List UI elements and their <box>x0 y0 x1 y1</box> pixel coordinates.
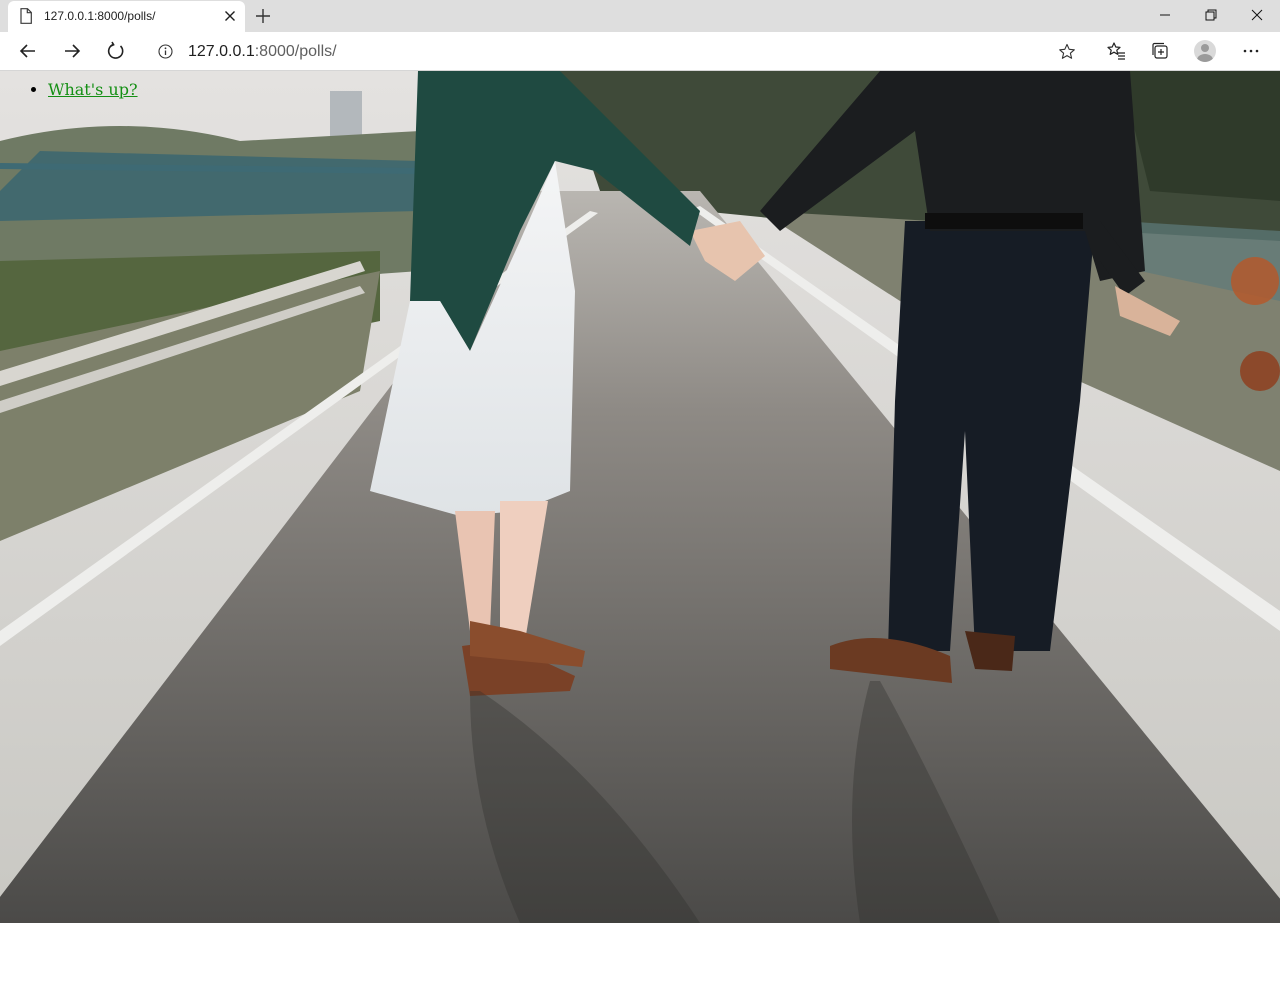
back-button[interactable] <box>13 36 43 66</box>
browser-toolbar: 127.0.0.1:8000/polls/ <box>0 32 1280 71</box>
address-bar[interactable]: 127.0.0.1:8000/polls/ <box>144 35 1088 67</box>
star-icon[interactable] <box>1058 43 1076 61</box>
list-item: What's up? <box>48 80 138 99</box>
close-icon[interactable] <box>222 8 238 24</box>
collections-icon <box>1152 42 1168 59</box>
profile-button[interactable] <box>1190 36 1220 66</box>
favorites-button[interactable] <box>1101 36 1131 66</box>
more-icon <box>1243 49 1259 53</box>
plus-icon[interactable] <box>252 5 274 27</box>
more-button[interactable] <box>1236 36 1266 66</box>
close-icon <box>1251 9 1263 21</box>
reload-button[interactable] <box>101 36 131 66</box>
background-photo <box>0 71 1280 923</box>
favorites-icon <box>1107 42 1125 60</box>
avatar <box>1194 40 1216 62</box>
tab-strip: 127.0.0.1:8000/polls/ <box>0 0 1280 32</box>
page-icon <box>20 8 32 24</box>
window-close-button[interactable] <box>1234 0 1280 30</box>
browser-tab[interactable]: 127.0.0.1:8000/polls/ <box>8 1 245 32</box>
page-viewport: What's up? <box>0 71 1280 984</box>
arrow-left-icon <box>19 44 35 58</box>
forward-button[interactable] <box>57 36 87 66</box>
tab-title: 127.0.0.1:8000/polls/ <box>44 9 156 23</box>
minimize-button[interactable] <box>1142 0 1188 30</box>
url-text[interactable]: 127.0.0.1:8000/polls/ <box>188 43 337 61</box>
poll-list: What's up? <box>0 71 138 99</box>
collections-button[interactable] <box>1145 36 1175 66</box>
poll-link[interactable]: What's up? <box>48 80 138 99</box>
arrow-right-icon <box>65 44 81 58</box>
url-path: :8000/polls/ <box>254 43 337 60</box>
info-icon[interactable] <box>158 44 173 59</box>
restore-icon <box>1205 9 1217 21</box>
minimize-icon <box>1160 14 1170 16</box>
couple-on-road-photo <box>0 71 1280 923</box>
url-host: 127.0.0.1 <box>188 43 255 60</box>
restore-button[interactable] <box>1188 0 1234 30</box>
reload-icon <box>107 41 124 59</box>
